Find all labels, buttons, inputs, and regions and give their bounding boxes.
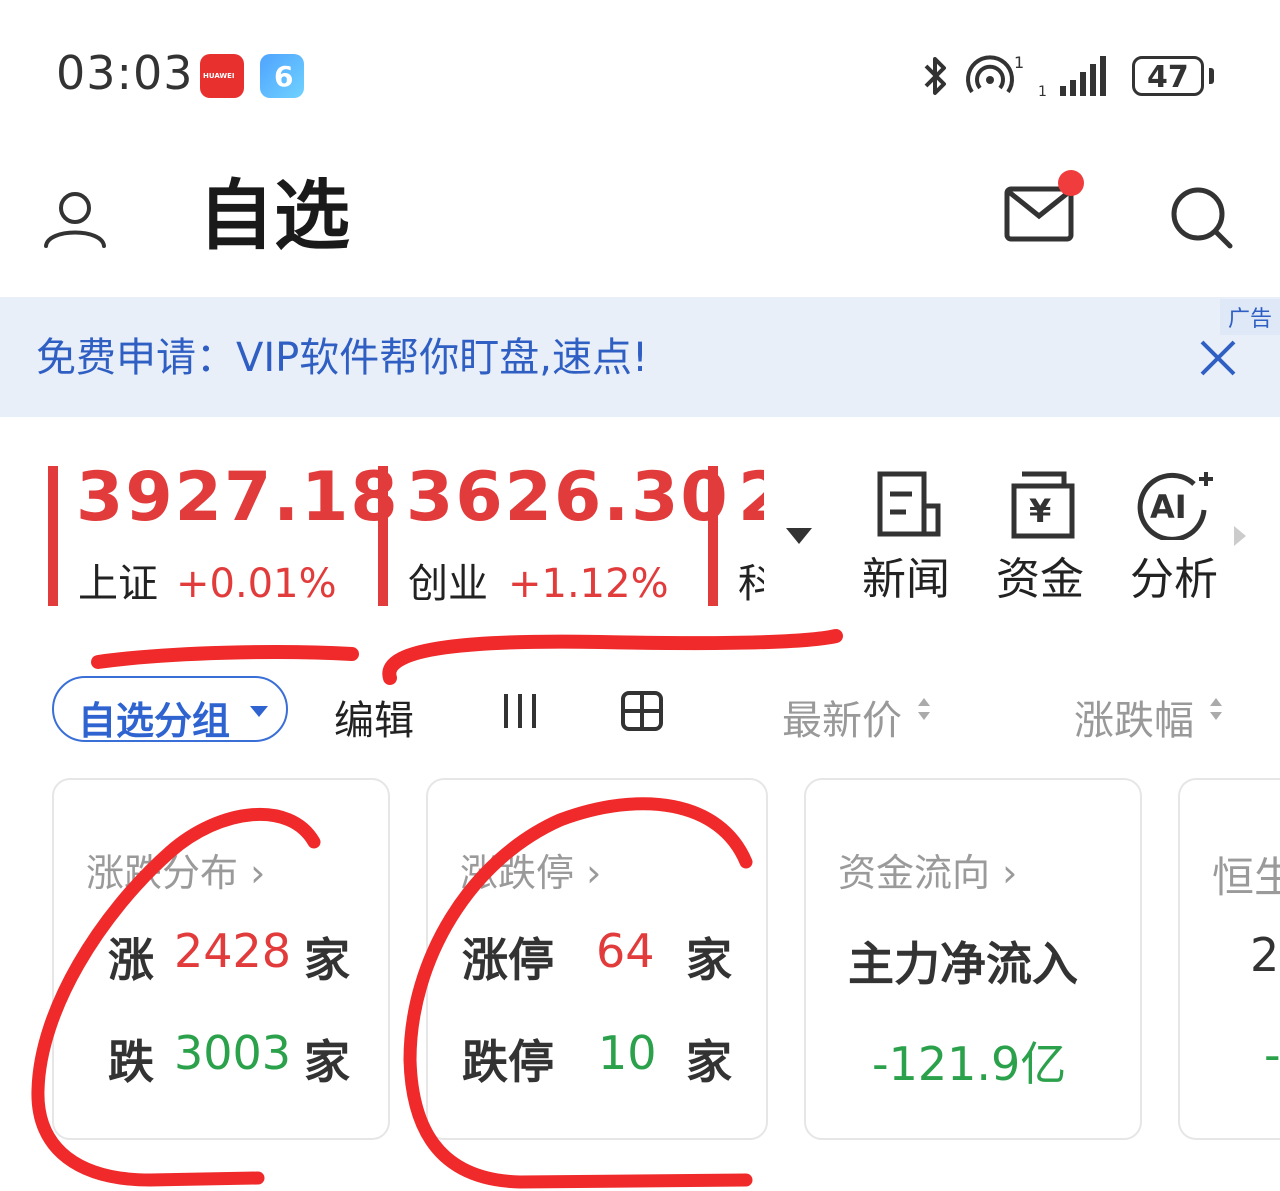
main-net-inflow-label: 主力净流入 [848,937,1078,991]
rise-count: 2428 [174,924,292,978]
index-value-star: 2 [738,462,764,537]
sort-change-percent[interactable]: 涨跌幅 [1074,688,1194,746]
rise-unit: 家 [304,933,350,987]
index-value-shanghai[interactable]: 3927.18 [76,464,400,532]
ad-text[interactable]: 免费申请：VIP软件帮你盯盘,速点! [36,334,648,382]
user-profile-icon[interactable] [40,188,110,250]
battery-indicator: 47 [1132,56,1204,96]
tool-funds-label[interactable]: 资金 [996,558,1084,602]
bluetooth-icon [924,57,946,95]
fall-label: 跌 [108,1035,154,1089]
index-card-star[interactable]: 2 科 [708,462,764,612]
hotspot-icon: 1 [966,53,1024,94]
huawei-appgallery-label: HUAWEI [203,72,235,80]
fall-count: 3003 [174,1026,292,1080]
unread-dot [1058,170,1084,196]
limit-down-count: 10 [598,1026,657,1080]
card-capital-flow[interactable]: 资金流向 › 主力净流入 -121.9亿 [804,778,1142,1140]
rise-label: 涨 [108,933,154,987]
index-bar-shanghai [48,466,58,606]
limit-up-count: 64 [596,924,655,978]
index-value-chinext[interactable]: 3626.30 [406,464,730,532]
limit-down-unit: 家 [686,1035,732,1089]
news-icon[interactable] [874,470,944,540]
index-name-chinext: 创业 [408,561,488,607]
card-title: 涨跌分布 › [86,851,266,895]
ai-analysis-icon[interactable]: AI [1136,468,1216,540]
svg-text:AI: AI [1150,488,1187,526]
expand-indices-icon[interactable] [784,524,814,546]
limit-down-label: 跌停 [462,1035,554,1089]
limit-up-unit: 家 [686,933,732,987]
card-title: 涨跌停 › [460,851,602,895]
watchlist-group-label: 自选分组 [78,699,231,743]
list-view-icon[interactable] [500,690,540,732]
app-notification-label: 6 [274,60,294,93]
card-title: 恒生 [1212,853,1280,902]
sort-arrows-icon[interactable] [1210,698,1224,720]
mail-icon[interactable] [1004,186,1074,242]
index-name-star: 科 [738,561,764,607]
search-icon[interactable] [1168,184,1234,250]
sort-arrows-icon[interactable] [918,698,932,720]
grid-view-icon[interactable] [620,690,664,732]
main-net-inflow-value: -121.9亿 [872,1037,1067,1091]
card-rise-fall-distribution[interactable]: 涨跌分布 › 涨 2428 家 跌 3003 家 [52,778,390,1140]
fall-unit: 家 [304,1035,350,1089]
status-time: 03:03 [56,46,194,100]
svg-text:1: 1 [1014,53,1024,72]
tool-news-label[interactable]: 新闻 [862,558,950,602]
index-change-shanghai: +0.01% [176,561,337,607]
svg-text:1: 1 [1038,84,1047,100]
hang-seng-value: 25 [1250,928,1280,982]
app-notification-icon: 6 [260,54,304,98]
battery-tip [1209,68,1214,84]
card-hang-seng[interactable]: 恒生 25 - [1178,778,1280,1140]
funds-icon[interactable]: ¥ [1010,470,1076,540]
huawei-appgallery-icon: HUAWEI [200,54,244,98]
battery-level: 47 [1147,60,1189,95]
index-name-shanghai: 上证 [78,561,158,607]
card-title: 资金流向 › [838,851,1018,895]
ad-tag: 广告 [1219,299,1280,335]
scroll-right-icon[interactable] [1232,524,1248,548]
sort-latest-price[interactable]: 最新价 [782,688,902,746]
signal-strength-icon: 1 [1038,56,1106,100]
edit-button[interactable]: 编辑 [334,688,414,746]
limit-up-label: 涨停 [462,933,554,987]
svg-text:¥: ¥ [1029,492,1051,530]
index-change-chinext: +1.12% [508,561,669,607]
watchlist-group-dropdown[interactable]: 自选分组 [52,676,288,743]
chevron-down-icon [250,706,268,717]
tool-analysis-label[interactable]: 分析 [1130,558,1218,602]
index-bar-star [708,466,718,606]
page-title: 自选 [198,171,350,260]
hang-seng-change: - [1264,1028,1280,1082]
index-bar-chinext [378,466,388,606]
card-limit-up-down[interactable]: 涨跌停 › 涨停 64 家 跌停 10 家 [426,778,768,1140]
close-icon[interactable] [1198,338,1238,378]
